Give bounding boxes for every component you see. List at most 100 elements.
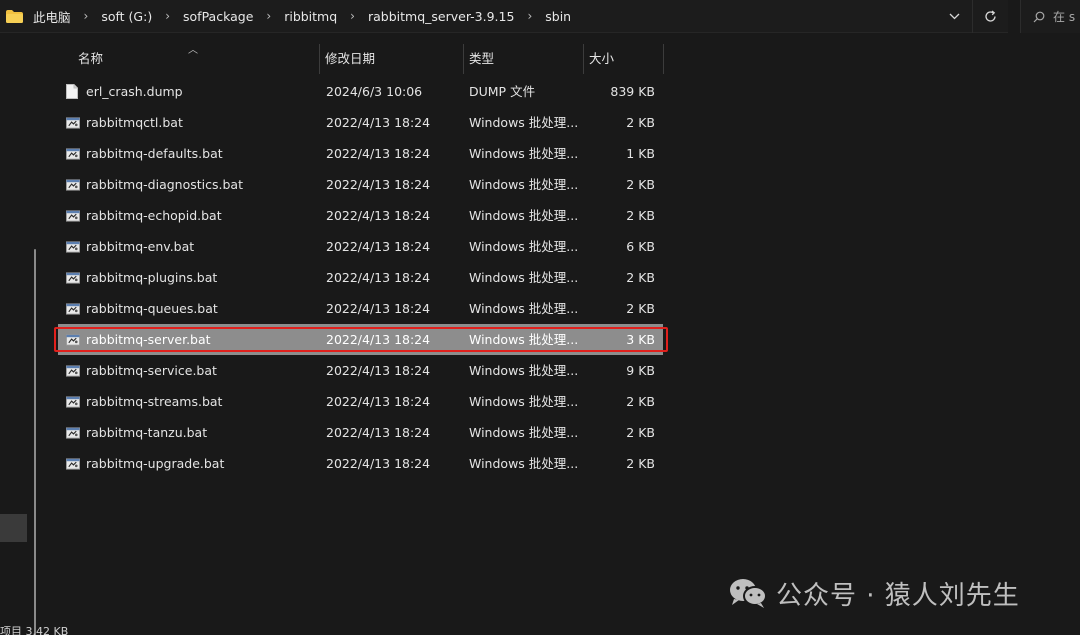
column-type[interactable]: 类型 [463,44,494,74]
batch-file-icon [66,293,80,324]
file-size: 2 KB [626,270,655,285]
address-bar[interactable]: 此电脑 › soft (G:) › sofPackage › ribbitmq › rabbit… [0,0,1008,33]
file-size: 1 KB [626,146,655,161]
file-type: Windows 批处理... [469,363,579,378]
refresh-icon[interactable] [972,0,1008,33]
file-name[interactable]: rabbitmq-defaults.bat [86,138,223,169]
file-size: 2 KB [626,301,655,316]
column-name[interactable]: 名称 [72,44,103,74]
file-date: 2022/4/13 18:24 [326,270,431,285]
table-row[interactable]: rabbitmq-echopid.bat 2022/4/13 18:24 Windo… [58,200,663,231]
batch-file-icon [66,231,80,262]
batch-file-icon [66,448,80,479]
file-type: Windows 批处理... [469,394,579,409]
breadcrumb-separator[interactable]: › [154,9,181,23]
breadcrumb-item[interactable]: ribbitmq [282,9,339,24]
file-name[interactable]: rabbitmqctl.bat [86,107,183,138]
watermark-text: 公众号 · 猿人刘先生 [776,580,1020,611]
table-row[interactable]: rabbitmq-streams.bat 2022/4/13 18:24 Windo… [58,386,663,417]
file-date: 2022/4/13 18:24 [326,146,431,161]
file-icon [66,76,80,107]
file-name[interactable]: rabbitmq-server.bat [86,324,211,355]
batch-file-icon [66,169,80,200]
watermark: 公众号 · 猿人刘先生 [728,574,1020,612]
file-size: 2 KB [626,177,655,192]
table-row[interactable]: rabbitmqctl.bat 2022/4/13 18:24 Windows 批处… [58,107,663,138]
file-date: 2022/4/13 18:24 [326,301,431,316]
table-row[interactable]: rabbitmq-queues.bat 2022/4/13 18:24 Window… [58,293,663,324]
table-row[interactable]: rabbitmq-tanzu.bat 2022/4/13 18:24 Windows… [58,417,663,448]
file-size: 2 KB [626,425,655,440]
column-date[interactable]: 修改日期 [319,44,375,74]
file-type: Windows 批处理... [469,208,579,223]
breadcrumb-separator[interactable]: › [255,9,282,23]
file-name[interactable]: rabbitmq-diagnostics.bat [86,169,243,200]
breadcrumb-item[interactable]: 此电脑 [31,7,73,26]
navigation-pane[interactable] [0,34,48,635]
status-bar: 项目 3.42 KB [0,625,69,635]
batch-file-icon [66,355,80,386]
file-date: 2022/4/13 18:24 [326,208,431,223]
file-type: Windows 批处理... [469,456,579,471]
file-name[interactable]: rabbitmq-streams.bat [86,386,222,417]
batch-file-icon [66,262,80,293]
nav-scrollbar[interactable] [34,249,36,635]
batch-file-icon [66,200,80,231]
table-row[interactable]: erl_crash.dump 2024/6/3 10:06 DUMP 文件 839 K… [58,76,663,107]
table-row[interactable]: rabbitmq-plugins.bat 2022/4/13 18:24 Windo… [58,262,663,293]
file-type: Windows 批处理... [469,425,579,440]
search-input[interactable]: 在 s [1020,0,1080,33]
file-size: 6 KB [626,239,655,254]
sort-ascending-icon: ︿ [188,45,198,56]
breadcrumb-separator[interactable]: › [73,9,100,23]
breadcrumb: 此电脑 › soft (G:) › sofPackage › ribbitmq › rabbit… [31,0,573,32]
file-type: Windows 批处理... [469,332,579,347]
table-row[interactable]: rabbitmq-defaults.bat 2022/4/13 18:24 Wind… [58,138,663,169]
file-type: Windows 批处理... [469,270,579,285]
breadcrumb-item[interactable]: sofPackage [181,9,255,24]
file-date: 2022/4/13 18:24 [326,239,431,254]
file-name[interactable]: rabbitmq-tanzu.bat [86,417,207,448]
batch-file-icon [66,107,80,138]
file-size: 2 KB [626,394,655,409]
file-date: 2022/4/13 18:24 [326,332,431,347]
file-date: 2022/4/13 18:24 [326,363,431,378]
file-name[interactable]: rabbitmq-upgrade.bat [86,448,224,479]
file-name[interactable]: erl_crash.dump [86,76,183,107]
file-date: 2022/4/13 18:24 [326,115,431,130]
table-row[interactable]: rabbitmq-upgrade.bat 2022/4/13 18:24 Windo… [58,448,663,479]
search-placeholder: 在 s [1053,10,1076,24]
file-type: Windows 批处理... [469,115,579,130]
file-type: DUMP 文件 [469,84,536,99]
file-name[interactable]: rabbitmq-queues.bat [86,293,218,324]
file-date: 2022/4/13 18:24 [326,177,431,192]
folder-icon [6,9,23,23]
column-divider[interactable] [663,44,664,74]
file-name[interactable]: rabbitmq-echopid.bat [86,200,222,231]
table-row[interactable]: rabbitmq-diagnostics.bat 2022/4/13 18:24 W… [58,169,663,200]
file-size: 2 KB [626,208,655,223]
breadcrumb-separator[interactable]: › [339,9,366,23]
table-row[interactable]: rabbitmq-service.bat 2022/4/13 18:24 Windo… [58,355,663,386]
batch-file-icon [66,386,80,417]
table-row[interactable]: rabbitmq-env.bat 2022/4/13 18:24 Windows 批… [58,231,663,262]
nav-selected-item[interactable] [0,514,27,542]
breadcrumb-separator[interactable]: › [516,9,543,23]
file-list: erl_crash.dump 2024/6/3 10:06 DUMP 文件 839 K… [58,76,663,479]
breadcrumb-item[interactable]: sbin [543,9,573,24]
column-header: ︿ 名称 修改日期 类型 大小 [60,44,665,74]
search-icon [1033,11,1045,23]
wechat-icon [728,577,768,609]
file-date: 2024/6/3 10:06 [326,84,423,99]
breadcrumb-item[interactable]: soft (G:) [99,9,154,24]
file-type: Windows 批处理... [469,177,579,192]
chevron-down-icon[interactable] [936,0,972,33]
file-name[interactable]: rabbitmq-plugins.bat [86,262,217,293]
file-size: 3 KB [626,332,655,347]
column-size[interactable]: 大小 [583,44,614,74]
batch-file-icon [66,138,80,169]
breadcrumb-item[interactable]: rabbitmq_server-3.9.15 [366,9,516,24]
table-row[interactable]: rabbitmq-server.bat 2022/4/13 18:24 Window… [58,324,663,355]
file-name[interactable]: rabbitmq-env.bat [86,231,194,262]
file-name[interactable]: rabbitmq-service.bat [86,355,217,386]
